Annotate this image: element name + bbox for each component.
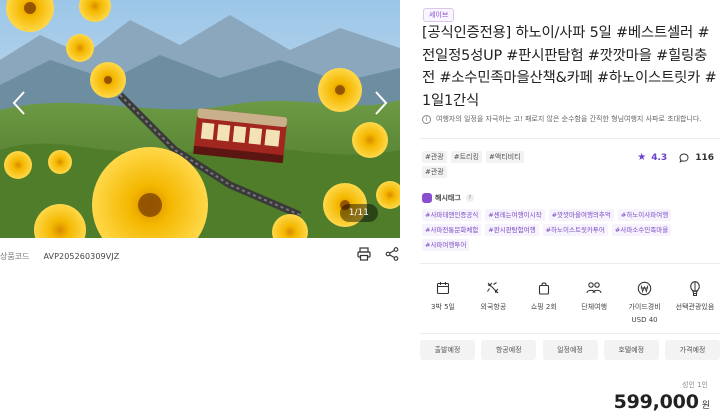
save-badge: 세이브 — [423, 8, 455, 22]
price-unit: 원 — [701, 401, 710, 411]
category-tag[interactable]: #관광 — [422, 166, 447, 178]
help-icon[interactable]: ? — [465, 194, 474, 202]
feature-shopping: 쇼핑 2회 — [521, 280, 567, 324]
feature-label: 쇼핑 2회 — [530, 303, 557, 311]
category-tags: #관광 #트리킹 #액티비티 #관광 — [422, 151, 552, 178]
hashtag-chip[interactable]: #사파여행투어 — [422, 239, 470, 251]
hashtag-chip[interactable]: #하노이스트릿카투어 — [542, 224, 608, 236]
feature-guide-fee: 가이드경비 USD 40 — [622, 280, 668, 324]
comment-icon — [679, 152, 689, 163]
print-button[interactable] — [356, 246, 372, 262]
category-tag[interactable]: #관광 — [422, 151, 447, 163]
chevron-right-icon — [375, 91, 388, 115]
category-tag[interactable]: #트리킹 — [450, 151, 482, 163]
hashtag-icon — [422, 193, 432, 203]
feature-optional-tour: 선택관광있음 — [672, 280, 718, 324]
tab-flight[interactable]: 항공예정 — [481, 340, 537, 360]
airplane-icon — [485, 280, 501, 296]
product-detail-page: 1/11 상품코드 AVP205260309VJZ 세이브 [공식인증전용] 하… — [0, 0, 725, 418]
shopping-bag-icon — [536, 280, 552, 296]
gallery-prev-button[interactable] — [6, 88, 32, 118]
gallery-counter: 1/11 — [339, 204, 378, 222]
product-code-label: 상품코드 — [0, 251, 30, 261]
feature-label: 외국항공 — [480, 303, 507, 311]
hashtag-title: 해시태그 — [435, 194, 461, 202]
share-button[interactable] — [384, 246, 400, 262]
balloon-icon — [687, 280, 703, 296]
hashtag-chip[interactable]: #깟깟마을여행의추억 — [548, 209, 614, 221]
share-icon — [385, 247, 399, 261]
hashtag-chip[interactable]: #사파테앤인증공식 — [422, 209, 482, 221]
hashtag-heading: 해시태그 ? — [422, 193, 474, 203]
gallery-next-button[interactable] — [368, 88, 394, 118]
printer-icon — [357, 247, 371, 261]
feature-duration: 3박 5일 — [420, 280, 466, 324]
feature-sub-label: USD 40 — [631, 316, 658, 324]
info-icon: i — [422, 114, 431, 124]
feature-label: 3박 5일 — [430, 303, 455, 311]
star-icon: ★ — [637, 152, 647, 163]
feature-label: 선택관광있음 — [675, 303, 715, 311]
group-icon — [586, 280, 602, 296]
category-tag[interactable]: #액티비티 — [485, 151, 524, 163]
price: 599,000 원 — [614, 391, 710, 413]
price-label: 성인 1인 — [682, 381, 708, 389]
feature-airline: 외국항공 — [470, 280, 516, 324]
tab-price[interactable]: 가격예정 — [665, 340, 720, 360]
hashtag-list: #사파테앤인증공식 #센레는여행이시작 #깟깟마을여행의추억 #하노이사파여행 … — [422, 209, 718, 251]
chevron-left-icon — [12, 91, 25, 115]
notice-text: 여행자의 일정을 자극하는 고! 패로지 않은 순수함을 간직한 형님여행지 사… — [436, 115, 702, 123]
feature-label: 단체여행 — [581, 303, 608, 311]
price-amount: 599,000 — [613, 391, 699, 413]
detail-tabs: 출발예정 항공예정 일정예정 호텔예정 가격예정 — [420, 340, 720, 360]
sapa-mountain-train-photo — [0, 0, 400, 238]
hashtag-chip[interactable]: #판시판탐험여행 — [485, 224, 539, 236]
won-coin-icon — [637, 280, 653, 296]
tab-itinerary[interactable]: 일정예정 — [542, 340, 598, 360]
product-title: [공식인증전용] 하노이/사파 5일 #베스트셀러 #전일정5성UP #판시판탐… — [422, 25, 717, 109]
rating-value: 4.3 — [651, 152, 668, 163]
tab-departure[interactable]: 출발예정 — [420, 340, 475, 360]
divider — [420, 333, 720, 334]
product-info-panel: 세이브 [공식인증전용] 하노이/사파 5일 #베스트셀러 #전일정5성UP #… — [420, 0, 720, 418]
hashtag-chip[interactable]: #센레는여행이시작 — [485, 209, 545, 221]
product-code-value: AVP205260309VJZ — [43, 251, 120, 261]
review-count: 116 — [695, 152, 714, 163]
review-stats[interactable]: ★ 4.3 116 — [637, 152, 714, 163]
product-notice: i 여행자의 일정을 자극하는 고! 패로지 않은 순수함을 간직한 형님여행지… — [422, 114, 702, 124]
divider — [420, 138, 720, 139]
feature-label: 가이드경비 — [628, 303, 661, 311]
product-code-row: 상품코드 AVP205260309VJZ — [0, 246, 400, 266]
calendar-icon — [435, 280, 451, 296]
tab-hotel[interactable]: 호텔예정 — [603, 340, 659, 360]
hashtag-chip[interactable]: #사파소수민족마을 — [611, 224, 672, 236]
hashtag-chip[interactable]: #사파전통문화체험 — [422, 224, 482, 236]
hashtag-chip[interactable]: #하노이사파여행 — [617, 209, 672, 221]
feature-group: 단체여행 — [571, 280, 617, 324]
trip-features: 3박 5일 외국항공 쇼핑 2회 단체여행 가이드경비 USD 40 선택관광있… — [420, 280, 720, 324]
product-image-gallery[interactable]: 1/11 — [0, 0, 400, 238]
share-tools — [356, 246, 400, 262]
divider — [420, 263, 720, 264]
